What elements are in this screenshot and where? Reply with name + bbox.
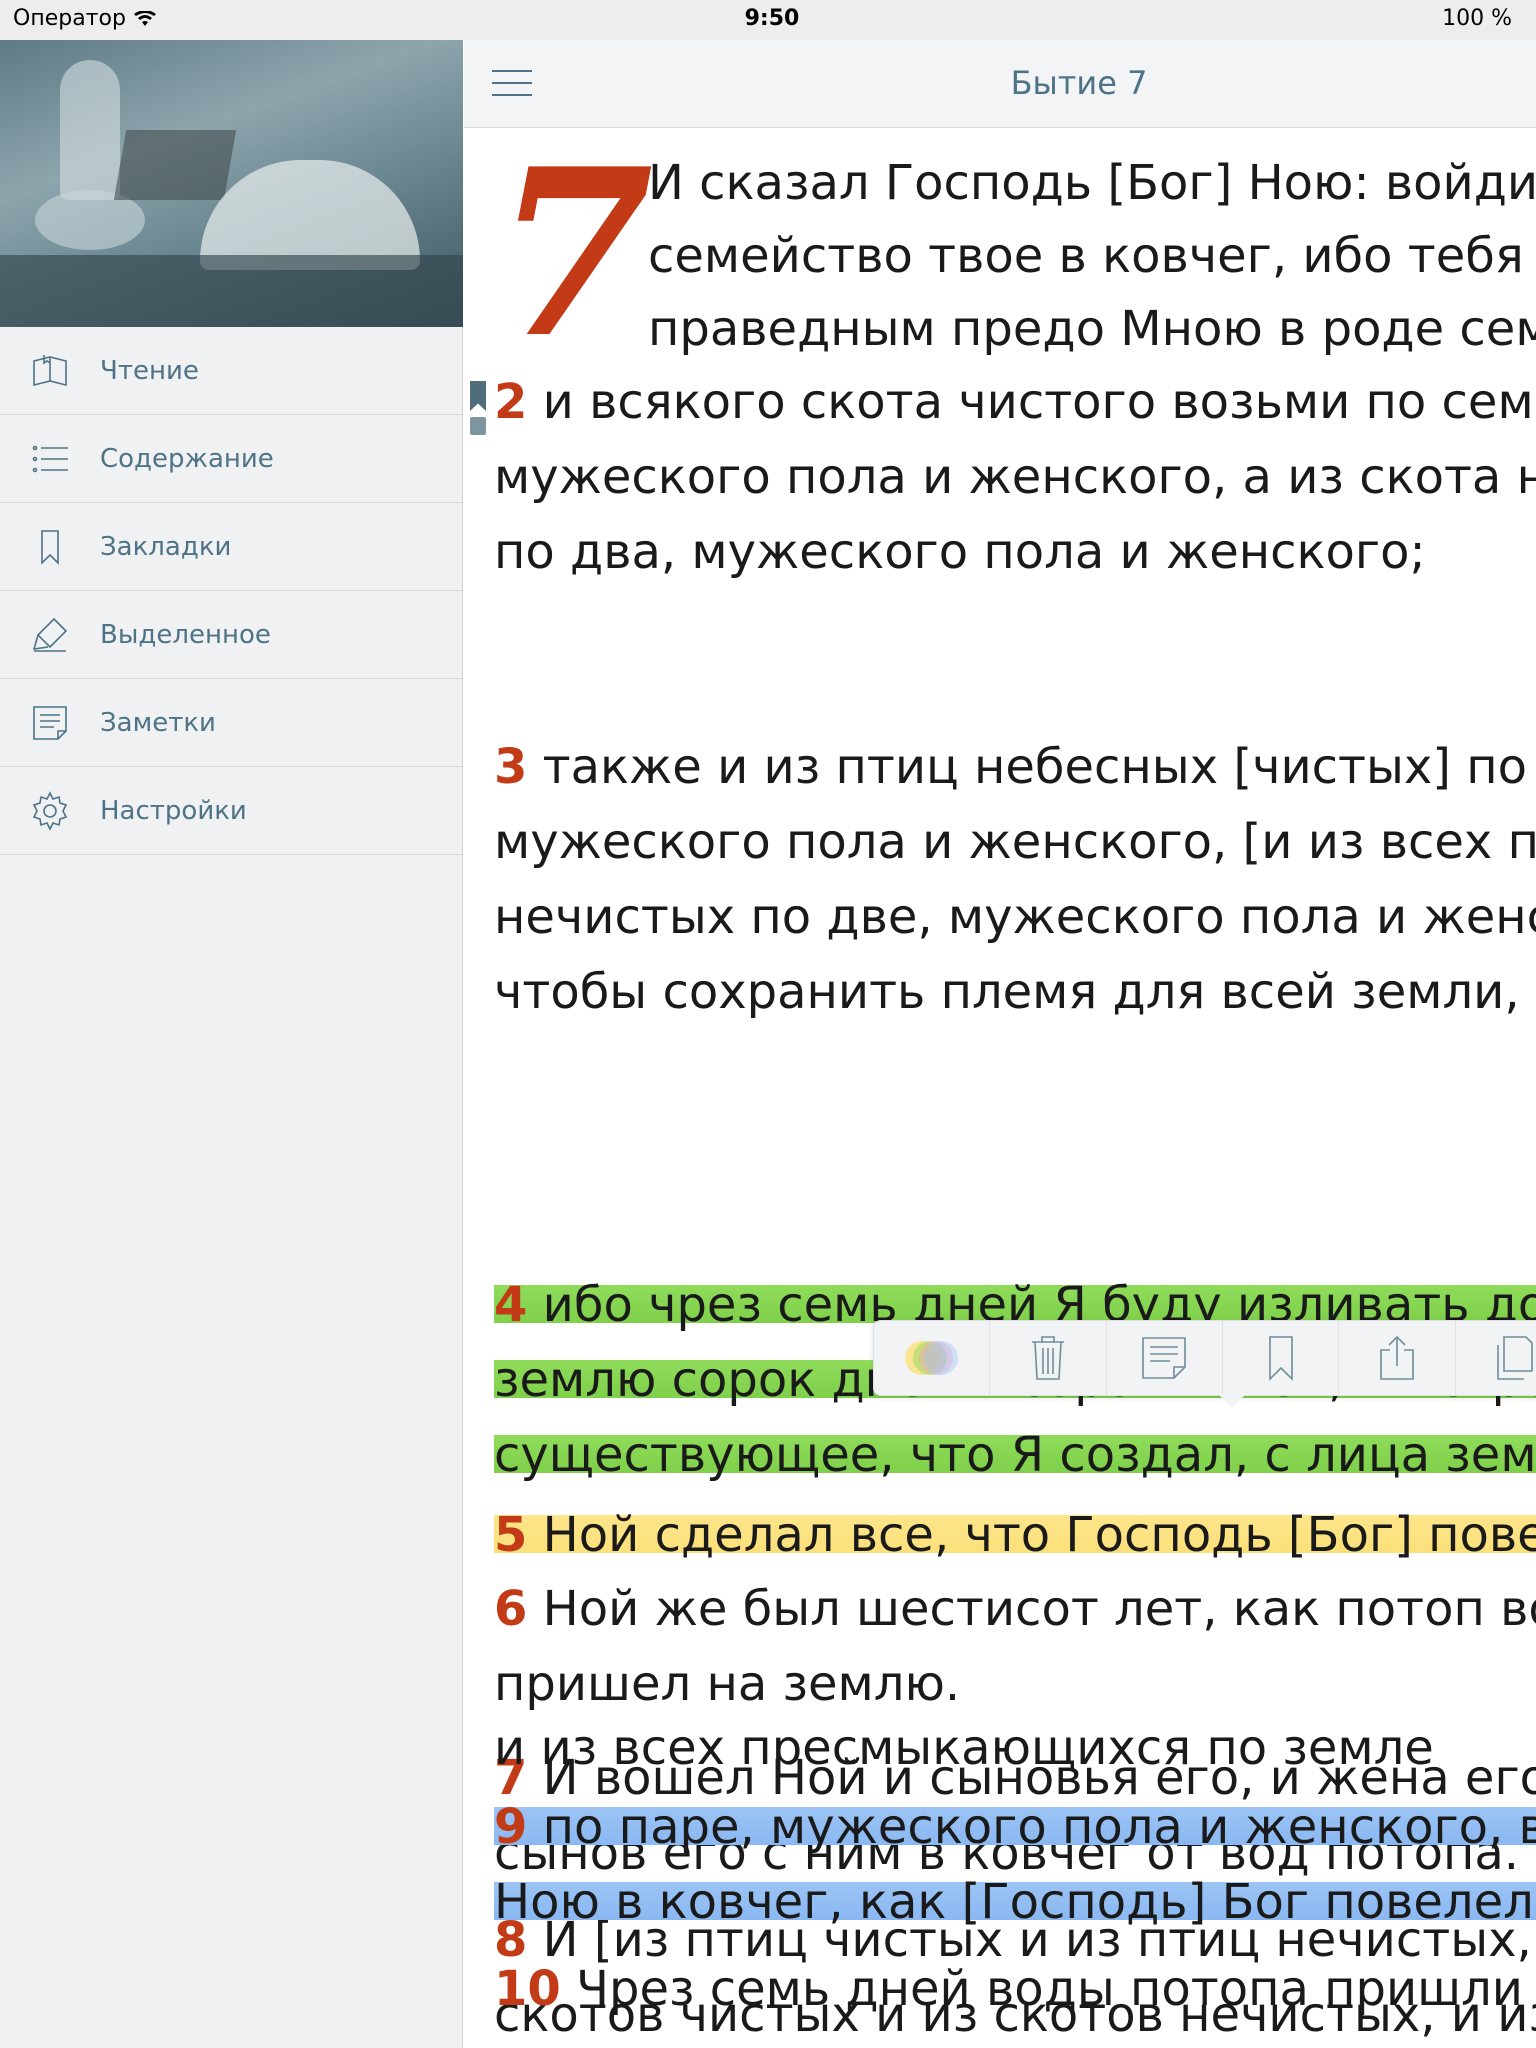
copy-button[interactable] [1456, 1320, 1536, 1396]
verse-line: существующее, что Я создал, с лица земли… [494, 1427, 1536, 1483]
bookmark-button[interactable] [1223, 1320, 1340, 1396]
verse-number: 10 [494, 1961, 561, 2017]
note-button[interactable] [1107, 1320, 1224, 1396]
sidebar-item-label: Содержание [100, 443, 274, 474]
popup-arrow [1218, 1394, 1246, 1408]
verse-line: праведным предо Мною в роде сем; [648, 301, 1536, 357]
verse-line: Чрез семь дней воды потопа пришли на зем… [576, 1961, 1536, 2017]
sidebar-item-label: Закладки [100, 531, 232, 562]
verse-line: и из всех пресмыкающихся по земле [494, 1720, 1434, 1776]
verse-line: Ной сделал все, что Господь [Бог] повеле… [542, 1507, 1536, 1563]
list-icon [28, 437, 72, 481]
sidebar-header-image [0, 40, 463, 327]
verse-3[interactable]: 3 также и из птиц небесных [чистых] по с… [494, 730, 1536, 1030]
verse-line: Ною в ковчег, как [Господь] Бог повелел … [494, 1874, 1536, 1930]
open-book-icon [28, 349, 72, 393]
sidebar-item-settings[interactable]: Настройки [0, 767, 462, 855]
verse-9[interactable]: 9 по паре, мужеского пола и женского, во… [494, 1790, 1536, 1940]
page-title: Бытие 7 [1010, 64, 1148, 102]
verse-number: 2 [494, 374, 528, 430]
verse-line: Ной же был шестисот лет, как потоп водны… [542, 1581, 1536, 1637]
status-bar: Оператор 9:50 100 % [0, 0, 1536, 40]
sidebar-menu: Чтение Содержание Закладки Выделенное За… [0, 327, 462, 855]
verse-line: по паре, мужеского пола и женского, вошл… [542, 1799, 1536, 1855]
verse-number: 5 [494, 1507, 528, 1563]
verse-line: по два, мужеского пола и женского; [494, 524, 1426, 580]
verse-number: 6 [494, 1581, 528, 1637]
status-time: 9:50 [744, 6, 800, 31]
verse-line: чтобы сохранить племя для всей земли, [494, 964, 1520, 1020]
verse-number: 3 [494, 739, 528, 795]
verse-1[interactable]: И сказал Господь [Бог] Ною: войди ты и в… [648, 147, 1536, 366]
verse-number: 4 [494, 1277, 528, 1333]
verse-6[interactable]: 6 Ной же был шестисот лет, как потоп вод… [494, 1572, 1536, 1722]
sidebar-item-label: Выделенное [100, 619, 271, 650]
highlighter-icon [28, 613, 72, 657]
sidebar-item-label: Настройки [100, 795, 247, 826]
bookmark-icon [1268, 1336, 1293, 1381]
share-icon [1380, 1335, 1414, 1380]
chapter-number: 7 [494, 129, 655, 389]
verse-line: и всякого скота чистого возьми по семи, [542, 374, 1536, 430]
bookmark-marker-icon[interactable] [470, 381, 486, 411]
battery-label: 100 % [1442, 6, 1512, 31]
books-shape [113, 130, 237, 200]
verse-2[interactable]: 2 и всякого скота чистого возьми по семи… [494, 365, 1536, 590]
open-book-shape [200, 160, 420, 270]
verse-number: 9 [494, 1799, 528, 1855]
share-button[interactable] [1339, 1320, 1456, 1396]
sidebar: Чтение Содержание Закладки Выделенное За… [0, 40, 463, 2048]
sidebar-item-reading[interactable]: Чтение [0, 327, 462, 415]
note-icon [28, 701, 72, 745]
verse-5[interactable]: 5 Ной сделал все, что Господь [Бог] пове… [494, 1498, 1536, 1573]
verse-line: семейство твое в ковчег, ибо тебя увидел… [648, 228, 1536, 284]
color-picker-icon [904, 1341, 958, 1375]
table-shape [0, 255, 463, 327]
verse-line: также и из птиц небесных [чистых] по сем… [542, 739, 1536, 795]
color-picker-button[interactable] [874, 1320, 991, 1396]
sidebar-item-contents[interactable]: Содержание [0, 415, 462, 503]
navbar: Бытие 7 [464, 40, 1536, 128]
trash-icon [1032, 1336, 1065, 1380]
bookmark-icon [28, 525, 72, 569]
verse-line: пришел на землю. [494, 1656, 961, 1712]
sidebar-item-bookmarks[interactable]: Закладки [0, 503, 462, 591]
verse-10[interactable]: 10 Чрез семь дней воды потопа пришли на … [494, 1952, 1536, 2027]
sidebar-item-label: Чтение [100, 355, 199, 386]
hamburger-icon[interactable] [492, 70, 532, 100]
verse-line: мужеского пола и женского, [и из всех пт… [494, 814, 1536, 870]
verse-line: мужеского пола и женского, а из скота не… [494, 449, 1536, 505]
verse-line: нечистых по две, мужеского пола и женско… [494, 889, 1536, 945]
lamp-shape [60, 60, 120, 200]
note-marker-icon[interactable] [470, 417, 486, 435]
note-icon [1142, 1337, 1187, 1379]
selection-popup [873, 1320, 1536, 1396]
gear-icon [28, 789, 72, 833]
delete-button[interactable] [990, 1320, 1107, 1396]
verse-8-tail[interactable]: и из всех пресмыкающихся по земле [494, 1711, 1536, 1786]
sidebar-item-label: Заметки [100, 707, 216, 738]
sidebar-item-notes[interactable]: Заметки [0, 679, 462, 767]
sidebar-item-highlights[interactable]: Выделенное [0, 591, 462, 679]
copy-icon [1497, 1336, 1533, 1380]
verse-line: И сказал Господь [Бог] Ною: войди ты и в… [648, 155, 1536, 211]
